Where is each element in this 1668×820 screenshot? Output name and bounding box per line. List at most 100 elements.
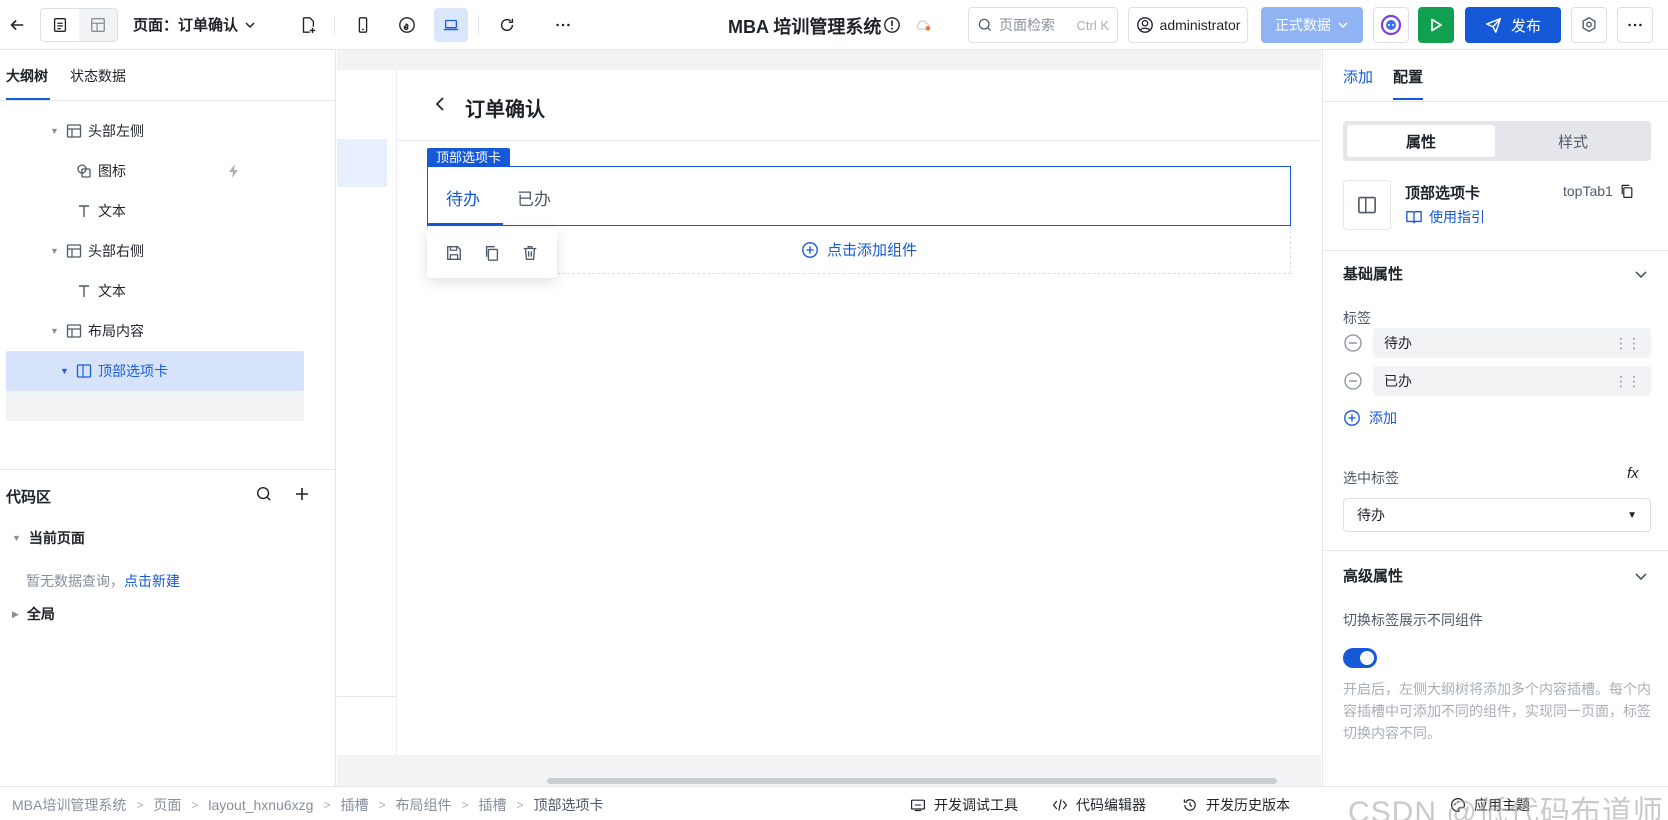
tag-option-row: 已办 ⋮⋮ xyxy=(1343,366,1651,396)
drag-handle-icon[interactable]: ⋮⋮ xyxy=(1614,373,1641,390)
tree-node-text[interactable]: 文本 xyxy=(76,271,126,311)
data-mode-select[interactable]: 正式数据 xyxy=(1261,7,1363,43)
chevron-down-icon[interactable] xyxy=(1633,266,1649,282)
add-tag-label: 添加 xyxy=(1369,410,1397,426)
breadcrumb-item-current[interactable]: 顶部选项卡 xyxy=(534,795,604,815)
pc-view-button[interactable] xyxy=(434,0,468,50)
breadcrumb-item[interactable]: 布局组件 xyxy=(395,795,451,815)
caret-down-icon: ▼ xyxy=(50,326,59,336)
mobile-view-button[interactable] xyxy=(346,0,380,50)
save-as-template-button[interactable] xyxy=(440,239,468,267)
breadcrumb-item[interactable]: layout_hxnu6xzg xyxy=(208,797,313,813)
delete-component-button[interactable] xyxy=(516,239,544,267)
user-menu-button[interactable]: administrator xyxy=(1128,7,1248,43)
expression-button[interactable]: fx xyxy=(1627,465,1639,482)
breadcrumb-item[interactable]: 插槽 xyxy=(340,795,368,815)
file-add-icon xyxy=(291,8,325,42)
component-id-text: topTab1 xyxy=(1563,183,1613,199)
tree-node-label: 布局内容 xyxy=(88,323,144,339)
design-canvas: 订单确认 待办 已办 顶部选项卡 点击添加组件 xyxy=(337,50,1321,786)
publish-label: 发布 xyxy=(1510,17,1541,35)
tag-option-row: 待办 ⋮⋮ xyxy=(1343,328,1651,358)
component-name: 顶部选项卡 xyxy=(1405,185,1481,202)
drag-handle-icon[interactable]: ⋮⋮ xyxy=(1614,335,1641,352)
chevron-right-icon: > xyxy=(461,798,469,812)
app-info-button[interactable] xyxy=(880,0,904,50)
tab-underline xyxy=(6,98,50,100)
tab-config[interactable]: 配置 xyxy=(1393,66,1423,87)
caret-down-icon: ▼ xyxy=(50,126,59,136)
tree-node-top-tab[interactable]: ▼ 顶部选项卡 xyxy=(6,351,304,391)
debug-tools-button[interactable]: 开发调试工具 xyxy=(910,795,1018,815)
tree-node-layout-content[interactable]: ▼ 布局内容 xyxy=(50,311,144,351)
tab-done[interactable]: 已办 xyxy=(517,185,551,210)
miniprogram-view-button[interactable] xyxy=(390,0,424,50)
outline-tree: ▼ 头部左侧 图标 文本 ▼ 头部右侧 文本 ▼ 布局内容 ▼ 顶部选项卡 xyxy=(0,101,336,469)
page-search-input[interactable]: 页面检索 Ctrl K xyxy=(968,7,1118,43)
breadcrumb-item[interactable]: MBA培训管理系统 xyxy=(12,795,126,815)
copy-component-button[interactable] xyxy=(478,239,506,267)
tree-node-header-left[interactable]: ▼ 头部左侧 xyxy=(50,111,144,151)
view-switch xyxy=(40,8,118,42)
page-selector[interactable]: 页面：订单确认 xyxy=(133,14,256,35)
more-button[interactable] xyxy=(1617,7,1653,43)
segment-styles[interactable]: 样式 xyxy=(1499,125,1647,157)
preview-run-button[interactable] xyxy=(1418,7,1454,43)
switch-help-text: 开启后，左侧大纲树将添加多个内容插槽。每个内容插槽中可添加不同的组件，实现同一页… xyxy=(1343,681,1651,741)
refresh-icon xyxy=(490,8,524,42)
usage-guide-link[interactable]: 使用指引 xyxy=(1405,207,1485,227)
tag-option-input[interactable]: 待办 ⋮⋮ xyxy=(1373,328,1651,358)
chevron-down-icon[interactable] xyxy=(1633,568,1649,584)
icon-component-icon xyxy=(77,164,91,178)
watermark-text: CSDN @低代码布道师 xyxy=(1348,796,1664,820)
breadcrumb-item[interactable]: 页面 xyxy=(153,795,181,815)
history-versions-button[interactable]: 开发历史版本 xyxy=(1182,795,1290,815)
more-tools-button[interactable] xyxy=(546,0,580,50)
tab-state-data[interactable]: 状态数据 xyxy=(70,66,126,86)
copy-icon[interactable] xyxy=(1619,183,1635,199)
chevron-left-icon[interactable] xyxy=(431,94,451,114)
add-tag-button[interactable]: 添加 xyxy=(1343,408,1397,428)
breadcrumb-item[interactable]: 插槽 xyxy=(479,795,507,815)
tab-add[interactable]: 添加 xyxy=(1343,66,1373,87)
tag-option-value: 待办 xyxy=(1384,335,1412,351)
canvas-horizontal-scrollbar[interactable] xyxy=(547,778,1277,784)
history-icon xyxy=(1183,799,1196,811)
event-bolt-indicator[interactable] xyxy=(226,151,242,191)
code-node-global[interactable]: ▶ 全局 xyxy=(12,604,55,624)
layout-view-button[interactable] xyxy=(79,9,117,41)
divider xyxy=(334,15,335,35)
code-search-button[interactable] xyxy=(252,482,276,506)
code-editor-button[interactable]: 代码编辑器 xyxy=(1052,795,1146,815)
code-add-button[interactable] xyxy=(290,482,314,506)
sync-status-button[interactable] xyxy=(910,0,936,50)
segment-properties[interactable]: 属性 xyxy=(1347,125,1495,157)
minus-circle-icon[interactable] xyxy=(1343,371,1363,391)
text-icon xyxy=(79,205,89,217)
publish-button[interactable]: 发布 xyxy=(1465,7,1561,43)
code-node-current-page[interactable]: ▼ 当前页面 xyxy=(12,528,85,548)
settings-button[interactable] xyxy=(1571,7,1607,43)
tree-node-header-right[interactable]: ▼ 头部右侧 xyxy=(50,231,144,271)
tree-node-icon[interactable]: 图标 xyxy=(76,151,126,191)
advanced-properties-title: 高级属性 xyxy=(1343,568,1404,585)
ai-assistant-button[interactable] xyxy=(1373,7,1409,43)
selected-tag-select[interactable]: 待办 ▼ xyxy=(1343,498,1651,532)
tag-option-input[interactable]: 已办 ⋮⋮ xyxy=(1373,366,1651,396)
new-page-button[interactable] xyxy=(291,0,325,50)
chevron-right-icon: > xyxy=(191,798,199,812)
basic-properties-title: 基础属性 xyxy=(1343,266,1404,283)
tree-node-text[interactable]: 文本 xyxy=(76,191,126,231)
top-tab-component[interactable]: 待办 已办 xyxy=(427,166,1291,226)
tab-todo[interactable]: 待办 xyxy=(446,185,480,210)
page-title: 订单确认 xyxy=(465,99,545,121)
back-button[interactable] xyxy=(0,0,34,50)
tab-outline-tree[interactable]: 大纲树 xyxy=(6,66,48,86)
minus-circle-icon[interactable] xyxy=(1343,333,1363,353)
page-view-button[interactable] xyxy=(41,9,79,41)
code-area-title: 代码区 xyxy=(6,489,52,506)
switch-slots-toggle[interactable] xyxy=(1343,648,1377,668)
refresh-button[interactable] xyxy=(490,0,524,50)
create-query-link[interactable]: 点击新建 xyxy=(124,573,180,589)
config-segment: 属性 样式 xyxy=(1343,121,1651,161)
